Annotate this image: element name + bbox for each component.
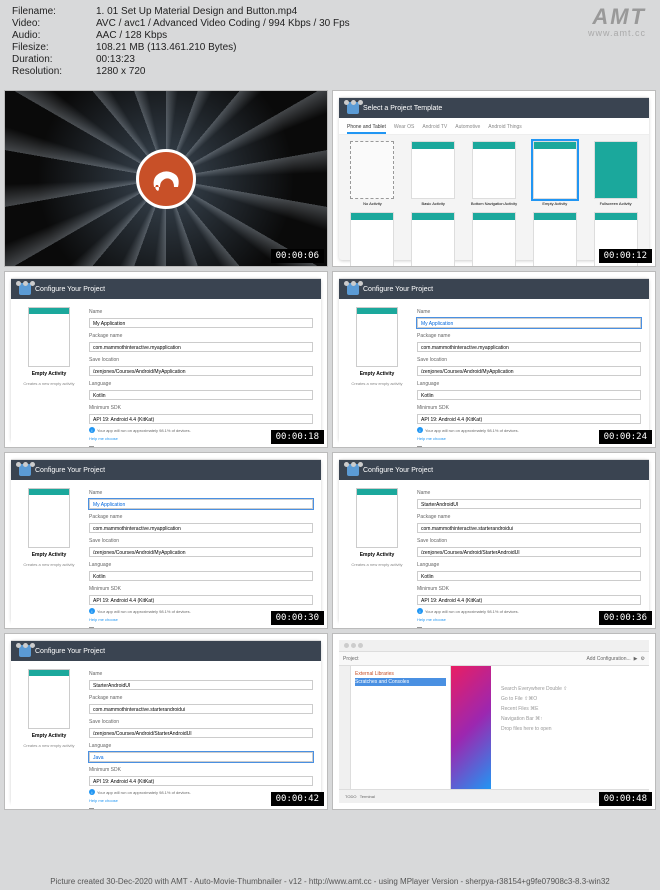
video-value: AVC / avc1 / Advanced Video Coding / 994… — [96, 18, 350, 29]
package-input[interactable]: com.mammothinteractive.starterandroidui — [89, 704, 313, 714]
save-location-input[interactable]: /zenjones/Courses/Android/MyApplication — [417, 366, 641, 376]
template-empty[interactable]: Empty Activity — [527, 141, 582, 206]
name-input[interactable]: My Application — [417, 318, 641, 328]
tab-auto[interactable]: Automotive — [455, 122, 480, 134]
run-icon[interactable]: ▶ — [634, 656, 638, 662]
tree-scratches[interactable]: Scratches and Consoles — [355, 678, 446, 686]
sdk-select[interactable]: API 19: Android 4.4 (KitKat) — [89, 595, 313, 605]
metadata-header: Filename:1. 01 Set Up Material Design an… — [0, 0, 660, 84]
sdk-select[interactable]: API 19: Android 4.4 (KitKat) — [89, 414, 313, 424]
amt-url: www.amt.cc — [588, 28, 646, 38]
thumbnail-6: Configure Your Project Empty ActivityCre… — [332, 452, 656, 629]
sdk-select[interactable]: API 19: Android 4.4 (KitKat) — [417, 414, 641, 424]
thumbnail-8: Project Add Configuration... ▶ ⚙ Externa… — [332, 633, 656, 810]
ide-toolbar: Project Add Configuration... ▶ ⚙ — [339, 652, 649, 666]
thumbnail-7: Configure Your Project Empty ActivityCre… — [4, 633, 328, 810]
tree-external-libs[interactable]: External Libraries — [355, 670, 446, 678]
thumbnail-4: Configure Your Project Empty ActivityCre… — [332, 271, 656, 448]
legacy-checkbox[interactable] — [417, 446, 422, 448]
tab-wear[interactable]: Wear OS — [394, 122, 414, 134]
package-input[interactable]: com.mammothinteractive.myapplication — [89, 342, 313, 352]
package-input[interactable]: com.mammothinteractive.myapplication — [417, 342, 641, 352]
language-select[interactable]: Kotlin — [417, 571, 641, 581]
amt-logo: AMT — [592, 4, 646, 30]
resolution-label: Resolution: — [12, 66, 96, 77]
add-config-button[interactable]: Add Configuration... — [586, 656, 630, 662]
todo-tab[interactable]: TODO — [345, 794, 356, 799]
audio-label: Audio: — [12, 30, 96, 41]
info-icon: i — [417, 608, 423, 614]
info-icon: i — [89, 427, 95, 433]
project-tree[interactable]: External Libraries Scratches and Console… — [351, 666, 451, 789]
timestamp: 00:00:12 — [599, 249, 652, 263]
video-label: Video: — [12, 18, 96, 29]
template-tabs: Phone and Tablet Wear OS Android TV Auto… — [339, 118, 649, 135]
language-select[interactable]: Kotlin — [89, 390, 313, 400]
info-icon: i — [417, 427, 423, 433]
duration-value: 00:13:23 — [96, 54, 135, 65]
legacy-checkbox[interactable] — [89, 627, 94, 629]
template-no-activity[interactable]: No Activity — [345, 141, 400, 206]
name-input[interactable]: My Application — [89, 318, 313, 328]
sdk-select[interactable]: API 19: Android 4.4 (KitKat) — [417, 595, 641, 605]
language-select[interactable]: Kotlin — [417, 390, 641, 400]
save-location-input[interactable]: /zenjones/Courses/Android/MyApplication — [89, 547, 313, 557]
info-icon: i — [89, 608, 95, 614]
name-input[interactable]: My Application — [89, 499, 313, 509]
timestamp: 00:00:18 — [271, 430, 324, 444]
template-basic[interactable]: Basic Activity — [406, 141, 461, 206]
thumbnail-2: Select a Project Template Phone and Tabl… — [332, 90, 656, 267]
timestamp: 00:00:36 — [599, 611, 652, 625]
timestamp: 00:00:42 — [271, 792, 324, 806]
sdk-select[interactable]: API 19: Android 4.4 (KitKat) — [89, 776, 313, 786]
filename-label: Filename: — [12, 6, 96, 17]
template-fullscreen[interactable]: Fullscreen Activity — [588, 141, 643, 206]
save-location-input[interactable]: /zenjones/Courses/Android/StarterAndroid… — [89, 728, 313, 738]
template-bottom-nav[interactable]: Bottom Navigation Activity — [467, 141, 522, 206]
project-dropdown[interactable]: Project — [343, 656, 359, 662]
thumbnail-1: 00:00:06 — [4, 90, 328, 267]
thumbnail-5: Configure Your Project Empty ActivityCre… — [4, 452, 328, 629]
mammoth-logo-icon — [136, 149, 196, 209]
filesize-label: Filesize: — [12, 42, 96, 53]
info-icon: i — [89, 789, 95, 795]
language-select[interactable]: Java — [89, 752, 313, 762]
timestamp: 00:00:48 — [599, 792, 652, 806]
timestamp: 00:00:06 — [271, 249, 324, 263]
save-location-input[interactable]: /zenjones/Courses/Android/StarterAndroid… — [417, 547, 641, 557]
filesize-value: 108.21 MB (113.461.210 Bytes) — [96, 42, 236, 53]
terminal-tab[interactable]: Terminal — [360, 794, 375, 799]
legacy-checkbox[interactable] — [89, 446, 94, 448]
name-input[interactable]: StarterAndroidUI — [417, 499, 641, 509]
dialog-title: Select a Project Template — [363, 105, 442, 112]
package-input[interactable]: com.mammothinteractive.starterandroidui — [417, 523, 641, 533]
tab-tv[interactable]: Android TV — [422, 122, 447, 134]
footer-credits: Picture created 30-Dec-2020 with AMT - A… — [0, 875, 660, 888]
legacy-checkbox[interactable] — [417, 627, 422, 629]
name-input[interactable]: StarterAndroidUI — [89, 680, 313, 690]
macos-wallpaper — [451, 666, 491, 789]
language-select[interactable]: Kotlin — [89, 571, 313, 581]
welcome-panel: Search Everywhere Double ⇧ Go to File ⇧⌘… — [491, 666, 649, 789]
tab-phone[interactable]: Phone and Tablet — [347, 122, 386, 134]
tab-things[interactable]: Android Things — [488, 122, 522, 134]
timestamp: 00:00:30 — [271, 611, 324, 625]
filename-value: 1. 01 Set Up Material Design and Button.… — [96, 6, 297, 17]
ide-left-gutter — [339, 666, 351, 789]
audio-value: AAC / 128 Kbps — [96, 30, 167, 41]
legacy-checkbox[interactable] — [89, 808, 94, 810]
thumbnail-grid: 00:00:06 Select a Project Template Phone… — [0, 86, 660, 814]
package-input[interactable]: com.mammothinteractive.myapplication — [89, 523, 313, 533]
timestamp: 00:00:24 — [599, 430, 652, 444]
debug-icon[interactable]: ⚙ — [641, 656, 645, 662]
resolution-value: 1280 x 720 — [96, 66, 146, 77]
thumbnail-3: Configure Your Project Empty Activity Cr… — [4, 271, 328, 448]
save-location-input[interactable]: /zenjones/Courses/Android/MyApplication — [89, 366, 313, 376]
duration-label: Duration: — [12, 54, 96, 65]
